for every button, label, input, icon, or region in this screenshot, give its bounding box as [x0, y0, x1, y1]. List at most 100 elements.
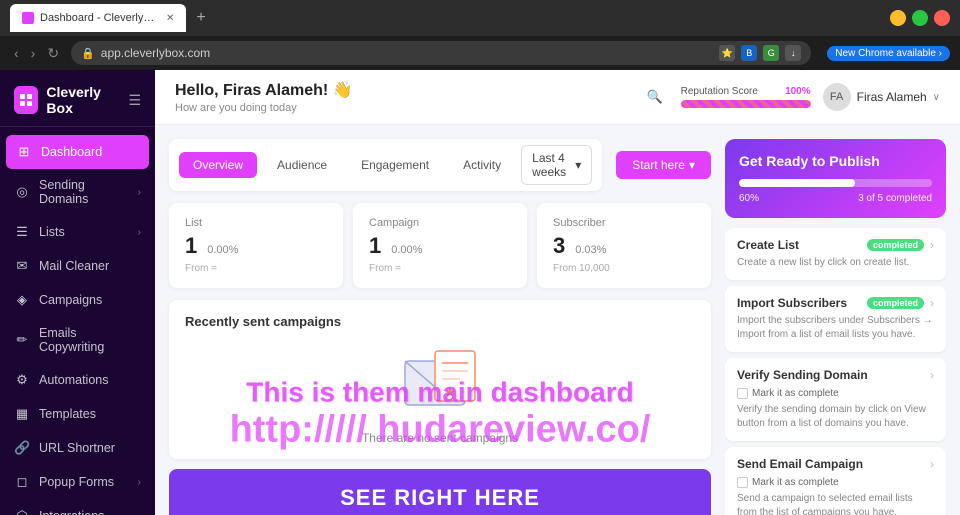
tab-close-icon[interactable]: ✕	[166, 13, 174, 24]
campaigns-title: Recently sent campaigns	[185, 314, 695, 329]
check-box-3[interactable]	[737, 477, 748, 488]
checklist-desc-3: Send a campaign to selected email lists …	[737, 492, 934, 515]
forward-button[interactable]: ›	[27, 43, 40, 64]
sidebar-icon-campaigns: ◈	[14, 292, 30, 308]
content-area: Overview Audience Engagement Activity La…	[155, 125, 960, 515]
stat-card-subscriber: Subscriber 3 0.03% From 10,000	[537, 203, 711, 288]
checklist-arrow-1: ›	[930, 296, 934, 310]
stat-label-2: Subscriber	[553, 217, 695, 229]
reputation-fill	[681, 100, 811, 108]
sidebar-icon-mail-cleaner: ✉	[14, 258, 30, 274]
hamburger-icon[interactable]: ☰	[128, 92, 141, 109]
sidebar-icon-emails-copywriting: ✏	[14, 332, 30, 348]
promo-banner[interactable]: SEE RIGHT HERE	[169, 469, 711, 515]
check-label-3: Mark it as complete	[752, 477, 839, 488]
checklist-header-3: Send Email Campaign ›	[737, 457, 934, 471]
sidebar-nav: ⊞ Dashboard ◎ Sending Domains › ☰ Lists …	[0, 127, 155, 515]
period-select[interactable]: Last 4 weeks ▾	[521, 145, 592, 185]
empty-illustration: ★	[400, 341, 480, 421]
stat-from-1: From =	[369, 263, 511, 274]
reputation-bar	[681, 100, 811, 108]
reputation-row: Reputation Score 100%	[681, 86, 811, 97]
checklist-item-2[interactable]: Verify Sending Domain › Mark it as compl…	[725, 358, 946, 441]
browser-extensions: ⭐ B G ↓	[719, 45, 801, 61]
sidebar-item-lists[interactable]: ☰ Lists ›	[0, 215, 155, 249]
stat-row-1: 1 0.00%	[369, 233, 511, 259]
greeting-sub: How are you doing today	[175, 102, 629, 114]
stat-value-2: 3	[553, 233, 565, 259]
sidebar-arrow-sending-domains: ›	[138, 187, 141, 198]
badge-0: completed	[867, 239, 924, 251]
tab-overview[interactable]: Overview	[179, 152, 257, 178]
check-row-2[interactable]: Mark it as complete	[737, 388, 934, 399]
tabs-bar: Overview Audience Engagement Activity La…	[169, 139, 602, 191]
empty-svg: ★	[400, 341, 490, 421]
checklist: Create List completed › Create a new lis…	[725, 228, 946, 515]
start-here-button[interactable]: Start here ▾	[616, 151, 711, 179]
sidebar-item-campaigns[interactable]: ◈ Campaigns	[0, 283, 155, 317]
sidebar-logo: Cleverly Box ☰	[0, 70, 155, 127]
sidebar-arrow-lists: ›	[138, 227, 141, 238]
search-button[interactable]: 🔍	[641, 83, 669, 111]
browser-tab[interactable]: Dashboard - CleverlyBox AI : Fr... ✕	[10, 4, 186, 32]
minimize-button[interactable]	[890, 10, 906, 26]
sidebar-item-templates[interactable]: ▦ Templates	[0, 397, 155, 431]
checklist-item-3[interactable]: Send Email Campaign › Mark it as complet…	[725, 447, 946, 515]
sidebar-label-emails-copywriting: Emails Copywriting	[39, 326, 141, 354]
sidebar-item-emails-copywriting[interactable]: ✏ Emails Copywriting	[0, 317, 155, 363]
check-box-2[interactable]	[737, 388, 748, 399]
sidebar-icon-lists: ☰	[14, 224, 30, 240]
tab-activity[interactable]: Activity	[449, 152, 515, 178]
tab-audience[interactable]: Audience	[263, 152, 341, 178]
maximize-button[interactable]	[912, 10, 928, 26]
browser-chrome: Dashboard - CleverlyBox AI : Fr... ✕ +	[0, 0, 960, 36]
chrome-notification[interactable]: New Chrome available ›	[827, 46, 950, 61]
close-button[interactable]	[934, 10, 950, 26]
checklist-item-1[interactable]: Import Subscribers completed › Import th…	[725, 286, 946, 352]
checklist-title-1: Import Subscribers	[737, 296, 861, 310]
stat-row-0: 1 0.00%	[185, 233, 327, 259]
sidebar-item-popup-forms[interactable]: ◻ Popup Forms ›	[0, 465, 155, 499]
sidebar-item-automations[interactable]: ⚙ Automations	[0, 363, 155, 397]
start-here-caret: ▾	[689, 158, 695, 172]
empty-state: ★ There are no sent campaigns	[185, 341, 695, 445]
sidebar-item-mail-cleaner[interactable]: ✉ Mail Cleaner	[0, 249, 155, 283]
sidebar-item-sending-domains[interactable]: ◎ Sending Domains ›	[0, 169, 155, 215]
logo-icon	[14, 86, 38, 114]
tab-title: Dashboard - CleverlyBox AI : Fr...	[40, 12, 160, 24]
sidebar-item-url-shortner[interactable]: 🔗 URL Shortner	[0, 431, 155, 465]
ext-icon-4: ↓	[785, 45, 801, 61]
reputation-box: Reputation Score 100%	[681, 86, 811, 108]
url-bar[interactable]: 🔒 app.cleverlybox.com ⭐ B G ↓	[71, 41, 811, 65]
user-avatar[interactable]: FA Firas Alameh ∨	[823, 83, 940, 111]
sidebar-icon-sending-domains: ◎	[14, 184, 30, 200]
sidebar-icon-automations: ⚙	[14, 372, 30, 388]
stat-value-1: 1	[369, 233, 381, 259]
refresh-button[interactable]: ↻	[43, 43, 63, 64]
sidebar-item-dashboard[interactable]: ⊞ Dashboard	[6, 135, 149, 169]
checklist-arrow-3: ›	[930, 457, 934, 471]
reputation-label: Reputation Score	[681, 86, 758, 97]
period-label: Last 4 weeks	[532, 151, 571, 179]
sidebar-item-integrations[interactable]: ⬡ Integrations	[0, 499, 155, 515]
checklist-desc-2: Verify the sending domain by click on Vi…	[737, 403, 934, 431]
lower-section: This is them main dashboard http:///// h…	[169, 300, 711, 515]
ready-stats: 60% 3 of 5 completed	[739, 193, 932, 204]
stat-label-0: List	[185, 217, 327, 229]
checklist-arrow-2: ›	[930, 368, 934, 382]
ext-icon-2: B	[741, 45, 757, 61]
sidebar-label-integrations: Integrations	[39, 509, 104, 515]
checklist-item-0[interactable]: Create List completed › Create a new lis…	[725, 228, 946, 280]
stat-from-2: From 10,000	[553, 263, 695, 274]
svg-text:★: ★	[444, 384, 457, 400]
checklist-header-0: Create List completed ›	[737, 238, 934, 252]
checklist-title-0: Create List	[737, 238, 861, 252]
window-controls	[890, 10, 950, 26]
tab-engagement[interactable]: Engagement	[347, 152, 443, 178]
checklist-header-2: Verify Sending Domain ›	[737, 368, 934, 382]
greeting-title: Hello, Firas Alameh! 👋	[175, 80, 629, 100]
back-button[interactable]: ‹	[10, 43, 23, 64]
stat-card-campaign: Campaign 1 0.00% From =	[353, 203, 527, 288]
new-tab-button[interactable]: +	[196, 9, 205, 27]
check-row-3[interactable]: Mark it as complete	[737, 477, 934, 488]
